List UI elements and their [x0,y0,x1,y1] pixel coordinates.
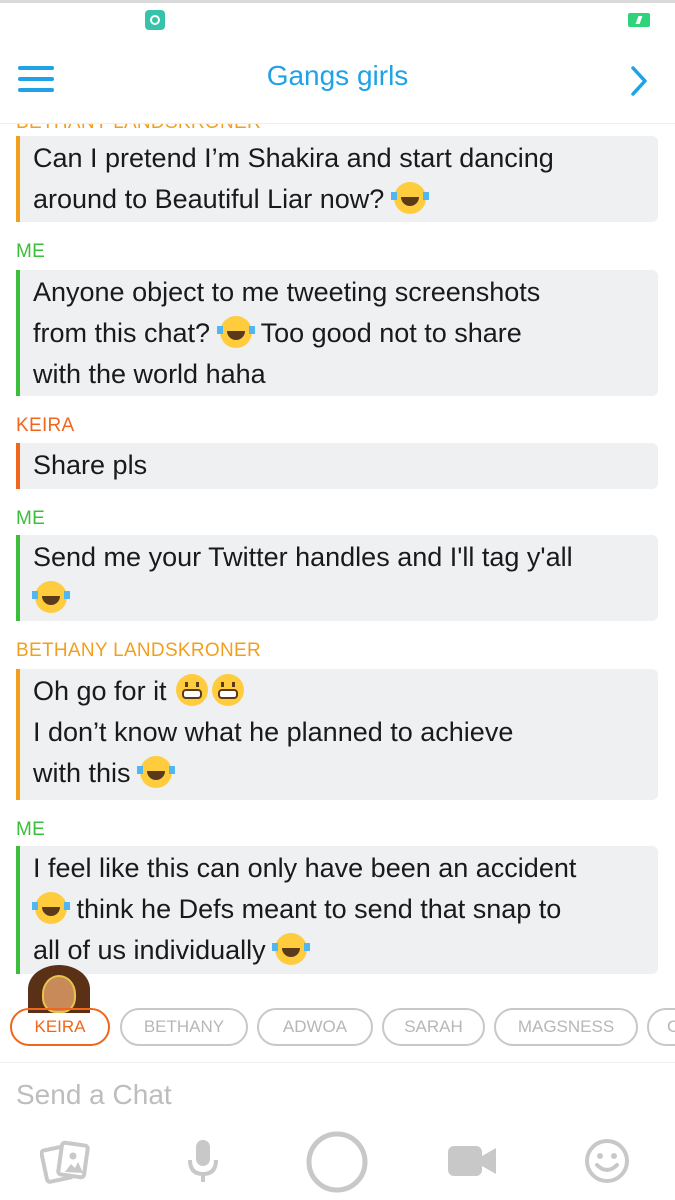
message-text: I feel like this can only have been an a… [33,853,577,883]
message-text: I don’t know what he planned to achieve [33,717,514,747]
tears-of-joy-emoji [32,581,70,613]
app-notification-icon [145,10,165,30]
sender-name: ME [16,241,46,262]
message-text-line: from this chat? Too good not to share [33,313,646,354]
chip-sarah[interactable]: SARAH [382,1008,485,1046]
message-text-line: all of us individually [33,930,646,971]
message-text: think he Defs meant to send that snap to [76,894,562,924]
sender-name: BETHANY LANDSKRONER [16,640,262,661]
message-bubble[interactable]: I feel like this can only have been an a… [16,846,658,974]
message-text: Oh go for it [33,676,167,706]
tears-of-joy-emoji [216,316,255,348]
chat-input-area [0,1062,675,1124]
message-bubble[interactable]: Can I pretend I’m Shakira and start danc… [16,136,658,222]
tears-of-joy-emoji [390,182,429,214]
message-text: Send me your Twitter handles and I'll ta… [33,542,573,572]
message-text: all of us individually [33,935,266,965]
message-text: from this chat? [33,318,211,348]
chat-input[interactable] [16,1075,656,1115]
emoji-icon[interactable] [584,1138,630,1184]
chip-bethany[interactable]: BETHANY [120,1008,248,1046]
friend-chips: KEIRA BETHANY ADWOA SARAH MAGSNESS C [0,1008,675,1050]
battery-icon [628,13,650,27]
message-text: Anyone object to me tweeting screenshots [33,277,541,307]
message-text-line: with this [33,753,646,794]
capture-button-icon[interactable] [305,1130,369,1194]
message-text: Can I pretend I’m Shakira and start danc… [33,143,554,173]
message-text: Too good not to share [260,318,522,348]
sender-name: ME [16,819,46,840]
sender-name: ME [16,508,46,529]
message-text-line: around to Beautiful Liar now? [33,179,646,220]
status-bar [0,0,675,34]
message-bubble[interactable]: Share pls [16,443,658,489]
video-icon[interactable] [446,1144,498,1178]
bottom-toolbar [0,1124,675,1200]
bitmoji-avatar [28,965,90,1013]
tears-of-joy-emoji [32,892,70,924]
message-text-line [32,578,646,619]
sender-name: BETHANY LANDSKRONER [16,124,261,134]
tears-of-joy-emoji [137,756,176,788]
chip-partial[interactable]: C [647,1008,675,1046]
chip-adwoa[interactable]: ADWOA [257,1008,373,1046]
memories-icon[interactable] [40,1140,92,1184]
chevron-right-icon[interactable] [623,64,653,98]
tears-of-joy-emoji [272,933,311,965]
message-text-line: Oh go for it [33,671,646,712]
chat-header: Gangs girls [0,34,675,124]
sender-name: KEIRA [16,415,75,436]
message-bubble[interactable]: Send me your Twitter handles and I'll ta… [16,535,658,621]
message-text: with this [33,758,131,788]
chip-keira[interactable]: KEIRA [10,1008,110,1046]
chat-thread[interactable]: BETHANY LANDSKRONER Can I pretend I’m Sh… [0,124,675,984]
message-text: Share pls [33,450,148,480]
microphone-icon[interactable] [186,1138,220,1186]
chat-title[interactable]: Gangs girls [0,60,675,92]
message-bubble[interactable]: Anyone object to me tweeting screenshots… [16,270,658,396]
message-text-line: think he Defs meant to send that snap to [32,889,646,930]
message-text: around to Beautiful Liar now? [33,184,385,214]
chip-magsness[interactable]: MAGSNESS [494,1008,638,1046]
grimacing-emoji [212,674,245,706]
message-text: with the world haha [33,359,266,389]
message-bubble[interactable]: Oh go for it I don’t know what he planne… [16,669,658,800]
grimacing-emoji [176,674,209,706]
